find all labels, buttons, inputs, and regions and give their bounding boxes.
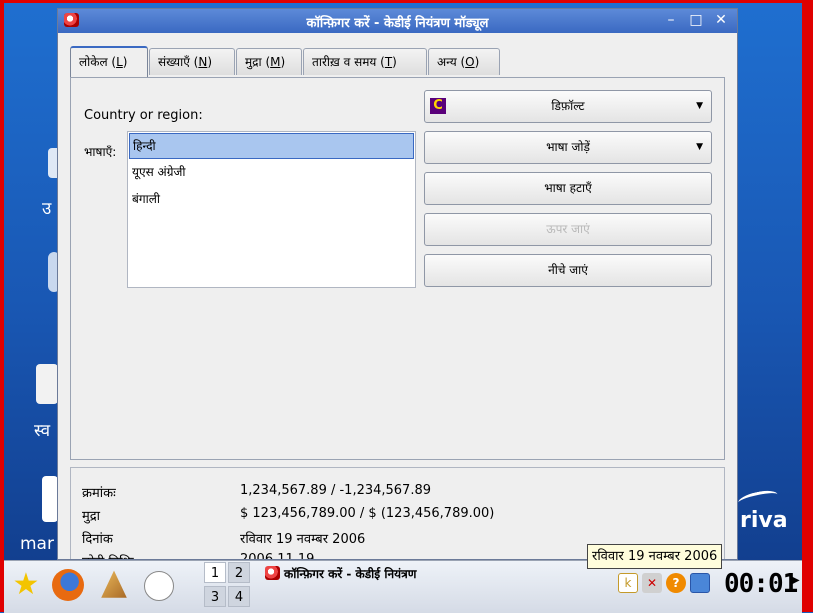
tab-time-date-end: ) <box>392 55 397 69</box>
tab-locale[interactable]: लोकेल (L) <box>70 46 148 77</box>
scroll-right-icon[interactable]: ▶ <box>792 575 802 586</box>
country-label: Country or region: <box>84 108 203 123</box>
tab-time-date-label: तारीख़ व समय ( <box>312 55 385 69</box>
tab-money-end: ) <box>280 55 286 69</box>
brand-logo: riva <box>740 508 788 533</box>
tab-locale-end: ) <box>122 55 128 69</box>
desktop-favorites-icon[interactable] <box>36 364 58 404</box>
tab-other-label: अन्य ( <box>437 55 466 69</box>
move-down-button[interactable]: नीचे जाएं <box>424 254 712 287</box>
tab-locale-key: L <box>116 55 123 69</box>
tab-numbers-label: संख्याएँ ( <box>158 55 199 69</box>
tab-other-key: O <box>465 55 475 69</box>
tab-numbers[interactable]: संख्याएँ (N) <box>149 48 235 75</box>
example-value: $ 123,456,789.00 / $ (123,456,789.00) <box>240 506 495 521</box>
pager-desktop[interactable]: 2 <box>228 562 250 583</box>
remove-language-button[interactable]: भाषा हटाएँ <box>424 172 712 205</box>
close-button[interactable]: ✕ <box>712 12 730 29</box>
frame-right <box>802 0 813 612</box>
tab-time-date[interactable]: तारीख़ व समय (T) <box>303 48 427 75</box>
frame-left <box>0 0 4 612</box>
languages-label: भाषाएँ: <box>84 145 117 159</box>
task-button-kcontrol[interactable]: कॉन्फ़िगर करें - केडीई नियंत्रण <box>262 563 472 585</box>
pager-desktop[interactable]: 3 <box>204 586 226 607</box>
example-value: 1,234,567.89 / -1,234,567.89 <box>240 483 432 498</box>
window-title: कॉन्फ़िगर करें - केडीई नियंत्रण मॉड्यूल <box>306 16 489 31</box>
add-language-label: भाषा जोड़ें <box>546 140 590 154</box>
firefox-icon[interactable] <box>52 569 84 601</box>
desktop-document-icon[interactable] <box>42 476 58 522</box>
clock[interactable]: 00:01 <box>724 569 798 599</box>
country-select[interactable]: C डिफ़ॉल्ट ▼ <box>424 90 712 123</box>
tab-other-end: ) <box>474 55 480 69</box>
titlebar[interactable]: कॉन्फ़िगर करें - केडीई नियंत्रण मॉड्यूल … <box>58 9 737 33</box>
move-up-button[interactable]: ऊपर जाएं <box>424 213 712 246</box>
example-key: मुद्रा <box>82 509 101 524</box>
example-value: रविवार 19 नवम्बर 2006 <box>240 532 366 547</box>
tab-money-key: M <box>270 55 281 69</box>
frame-top <box>0 0 813 3</box>
dropdown-arrow-icon: ▼ <box>696 101 703 111</box>
language-item[interactable]: यूएस अंग्रेजी <box>129 160 414 186</box>
dropdown-arrow-icon: ▼ <box>696 142 703 152</box>
klipper-icon[interactable]: k <box>618 573 638 593</box>
tab-numbers-key: N <box>198 55 208 69</box>
desktop-icon-label-3: mar <box>20 534 54 554</box>
language-item[interactable]: हिन्दी <box>129 133 414 159</box>
minimize-button[interactable]: – <box>662 12 680 29</box>
date-tooltip: रविवार 19 नवम्बर 2006 <box>587 544 723 569</box>
locale-panel: Country or region: भाषाएँ: हिन्दी यूएस अ… <box>70 77 725 460</box>
tab-money-label: मुद्रा ( <box>245 55 271 69</box>
pager-desktop[interactable]: 4 <box>228 586 250 607</box>
tab-other[interactable]: अन्य (O) <box>428 48 500 75</box>
desktop-icon-label-1: उ <box>42 199 52 219</box>
example-key: छोटी तिथिः <box>82 552 232 559</box>
languages-list[interactable]: हिन्दी यूएस अंग्रेजी बंगाली <box>127 131 416 288</box>
language-item[interactable]: बंगाली <box>129 187 414 213</box>
example-key: दिनांक <box>82 532 113 547</box>
tools-icon[interactable] <box>101 570 127 598</box>
task-title: कॉन्फ़िगर करें - केडीई नियंत्रण <box>284 567 417 581</box>
tab-money[interactable]: मुद्रा (M) <box>236 48 302 75</box>
network-icon[interactable] <box>690 573 710 593</box>
desktop-icon-label-2: स्व <box>34 421 51 441</box>
star-menu-icon[interactable]: ★ <box>10 569 42 601</box>
country-flag-icon: C <box>430 98 446 114</box>
add-language-button[interactable]: भाषा जोड़ें ▼ <box>424 131 712 164</box>
help-icon[interactable]: ? <box>666 573 686 593</box>
kcontrol-window: कॉन्फ़िगर करें - केडीई नियंत्रण मॉड्यूल … <box>57 8 738 560</box>
example-value: 2006 11 19 <box>240 552 315 560</box>
clock-app-icon[interactable] <box>144 571 174 601</box>
country-value: डिफ़ॉल्ट <box>551 99 585 113</box>
kde-control-icon <box>265 566 280 580</box>
mixer-icon[interactable]: ✕ <box>642 573 662 593</box>
example-key: क्रमांकः <box>82 486 116 501</box>
brand-swoosh <box>737 487 779 510</box>
maximize-button[interactable]: □ <box>687 12 705 29</box>
tab-numbers-end: ) <box>207 55 213 69</box>
desktop-pager: 1 2 3 4 <box>204 562 252 610</box>
tab-locale-label: लोकेल ( <box>79 55 117 69</box>
pager-desktop[interactable]: 1 <box>204 562 226 583</box>
